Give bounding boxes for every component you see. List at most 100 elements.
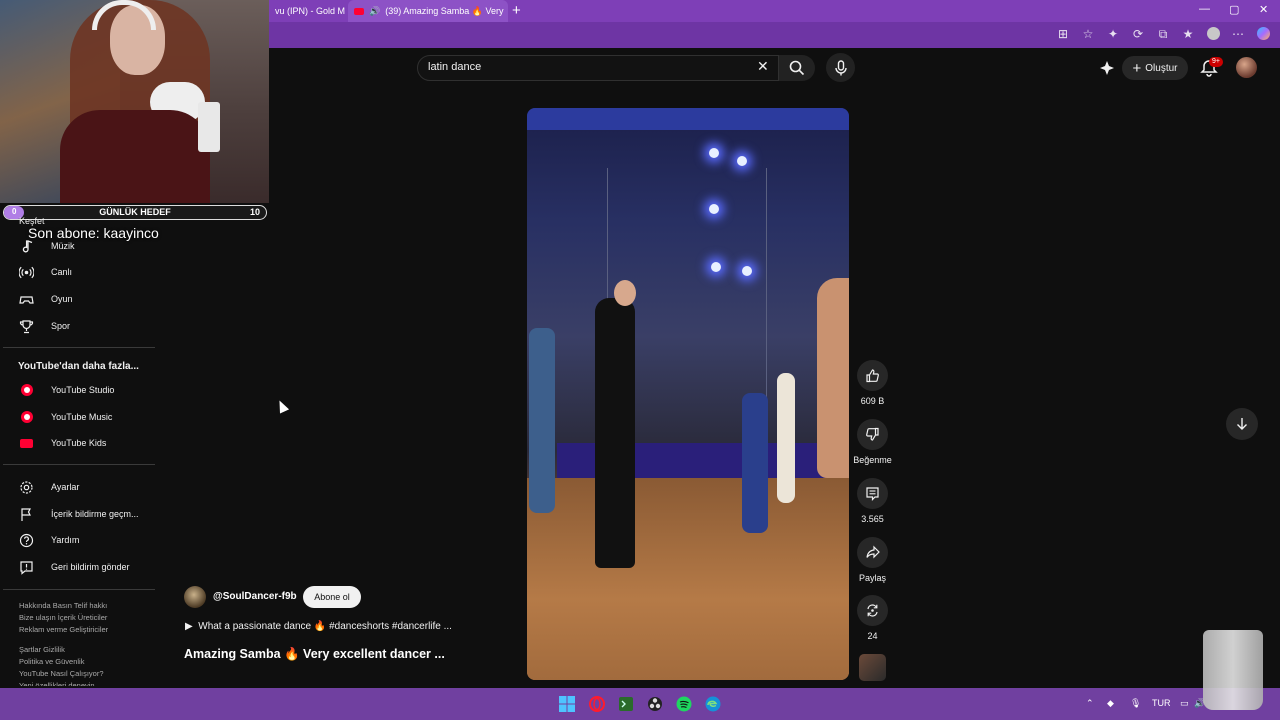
sparkle-icon[interactable] xyxy=(1099,60,1115,76)
video-title[interactable]: Amazing Samba 🔥 Very excellent dancer ..… xyxy=(184,647,445,662)
footer-links-6[interactable]: YouTube Nasıl Çalışıyor? xyxy=(19,668,104,680)
sidebar-item-report-history[interactable]: İçerik bildirme geçm... xyxy=(0,501,155,527)
next-short-button[interactable] xyxy=(1226,408,1258,440)
video-spectator xyxy=(777,373,795,503)
sidebar-item-youtube-music[interactable]: YouTube Music xyxy=(0,404,155,430)
channel-avatar[interactable] xyxy=(184,586,206,608)
sidebar-item-live[interactable]: Canlı xyxy=(0,259,155,285)
sidebar-divider xyxy=(3,589,155,590)
video-description[interactable]: ▶ What a passionate dance 🔥 #danceshorts… xyxy=(185,621,452,632)
video-dance-floor xyxy=(527,478,849,680)
edge-icon[interactable] xyxy=(703,694,723,714)
webcam-streamer-body xyxy=(60,110,210,203)
channel-name[interactable]: @SoulDancer-f9b xyxy=(213,591,297,602)
video-spectator xyxy=(529,328,555,513)
daily-goal-end: 10 xyxy=(249,207,260,217)
sidebar-item-settings[interactable]: Ayarlar xyxy=(0,474,155,500)
browser-tab-2-active[interactable]: 🔊 (39) Amazing Samba 🔥 Very ✕ xyxy=(348,0,508,22)
live-icon xyxy=(19,266,34,279)
voice-search-button[interactable] xyxy=(826,53,855,82)
sidebar-item-youtube-kids[interactable]: YouTube Kids xyxy=(0,430,155,456)
refresh-extension-icon[interactable]: ⟳ xyxy=(1131,27,1145,43)
profile-icon[interactable] xyxy=(1206,27,1220,43)
maximize-button[interactable]: ▢ xyxy=(1229,3,1239,16)
feedback-icon xyxy=(20,561,33,575)
tray-app-icon[interactable]: ◆ xyxy=(1107,698,1114,709)
footer-links-2[interactable]: Bize ulaşın İçerik Üreticiler xyxy=(19,612,107,624)
search-input-value: latin dance xyxy=(428,61,482,73)
youtube-favicon-icon xyxy=(354,7,364,15)
video-stage-light xyxy=(711,262,721,272)
sidebar-item-send-feedback[interactable]: Geri bildirim gönder xyxy=(0,554,155,580)
footer-links-4[interactable]: Şartlar Gizlilik xyxy=(19,644,65,656)
audio-track-thumbnail[interactable] xyxy=(859,654,886,681)
footer-links-3[interactable]: Reklam verme Geliştiriciler xyxy=(19,624,108,636)
sidebar-item-sports[interactable]: Spor xyxy=(0,313,155,339)
clear-search-icon[interactable]: ✕ xyxy=(757,58,769,75)
comments-button[interactable] xyxy=(857,478,888,509)
comment-count: 3.565 xyxy=(861,514,884,524)
like-count: 609 B xyxy=(860,396,885,406)
plus-icon: + xyxy=(1132,59,1142,77)
share-button[interactable] xyxy=(857,537,888,568)
music-note-icon xyxy=(22,240,33,253)
share-label: Paylaş xyxy=(858,573,886,583)
footer-links-5[interactable]: Politika ve Güvenlik xyxy=(19,656,84,668)
video-stage-light xyxy=(709,148,719,158)
sidebar-item-label: Spor xyxy=(51,321,71,331)
like-button[interactable] xyxy=(857,360,888,391)
close-window-button[interactable]: ✕ xyxy=(1259,3,1268,16)
opera-icon[interactable] xyxy=(587,694,607,714)
video-stage-light xyxy=(742,266,752,276)
sidebar-item-music[interactable]: Müzik xyxy=(0,233,155,259)
play-triangle-icon: ▶ xyxy=(185,621,199,632)
app-available-icon[interactable]: ⊞ xyxy=(1056,27,1070,43)
search-icon xyxy=(789,60,805,76)
extension-icon[interactable]: ✦ xyxy=(1106,27,1120,43)
shorts-video-player[interactable] xyxy=(527,108,849,680)
search-button[interactable] xyxy=(779,55,815,81)
input-language[interactable]: TUR xyxy=(1152,698,1171,708)
sidebar-item-help[interactable]: Yardım xyxy=(0,527,155,553)
sidebar-item-youtube-studio[interactable]: YouTube Studio xyxy=(0,377,155,403)
tray-mic-icon[interactable]: 🎙 xyxy=(1130,698,1141,709)
gamepad-icon xyxy=(19,296,34,304)
sidebar-more-heading: YouTube'dan daha fazla... xyxy=(18,361,139,372)
favorites-icon[interactable]: ★ xyxy=(1181,27,1195,43)
comment-icon xyxy=(866,487,879,501)
webcam-overlay xyxy=(0,0,269,203)
footer-links-7[interactable]: Yeni özellikleri deneyin xyxy=(19,680,95,686)
footer-links-1[interactable]: Hakkında Basın Telif hakkı xyxy=(19,600,107,612)
remix-icon xyxy=(867,604,878,617)
favorite-star-icon[interactable]: ☆ xyxy=(1081,27,1095,43)
terminal-icon[interactable] xyxy=(616,694,636,714)
speaker-icon[interactable]: 🔊 xyxy=(369,6,380,17)
extensions-puzzle-icon[interactable]: ⧉ xyxy=(1156,27,1170,43)
account-avatar[interactable] xyxy=(1236,57,1257,78)
share-arrow-icon xyxy=(866,545,880,559)
more-icon[interactable]: ⋯ xyxy=(1231,27,1245,43)
copilot-icon[interactable] xyxy=(1256,27,1270,43)
minimize-button[interactable]: — xyxy=(1199,3,1210,15)
thumbs-up-icon xyxy=(866,369,879,383)
obs-icon[interactable] xyxy=(645,694,665,714)
dislike-button[interactable] xyxy=(857,419,888,450)
network-icon[interactable]: ▭ xyxy=(1180,698,1189,709)
remix-button[interactable] xyxy=(857,595,888,626)
sidebar-item-label: Oyun xyxy=(51,294,73,304)
dislike-label: Beğenme xyxy=(853,455,892,465)
new-tab-button[interactable]: + xyxy=(512,2,521,19)
browser-tab-1[interactable]: vu (IPN) - Gold M ✕ xyxy=(269,0,347,22)
windows-start-icon[interactable] xyxy=(557,694,577,714)
sidebar-item-gaming[interactable]: Oyun xyxy=(0,286,155,312)
help-icon xyxy=(19,533,34,548)
video-stage-light xyxy=(709,204,719,214)
spotify-icon[interactable] xyxy=(674,694,694,714)
subscribe-button[interactable]: Abone ol xyxy=(303,586,361,608)
create-button[interactable]: + Oluştur xyxy=(1122,56,1188,80)
notification-count-badge: 9+ xyxy=(1209,57,1223,67)
sidebar-item-label: YouTube Studio xyxy=(51,385,115,395)
gear-icon xyxy=(20,481,33,494)
tray-overflow-icon[interactable]: ⌃ xyxy=(1086,698,1094,709)
youtube-music-icon xyxy=(21,411,33,423)
